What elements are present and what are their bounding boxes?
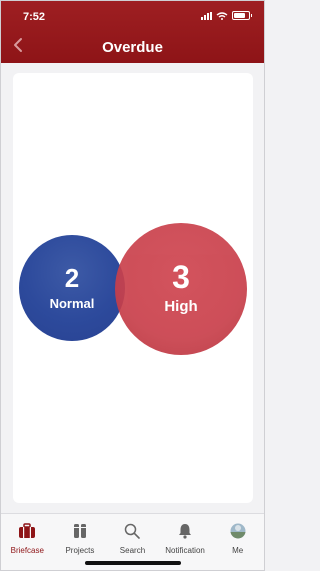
signal-icon [201,11,212,20]
wifi-icon [216,11,228,20]
normal-count: 2 [64,263,80,293]
high-count: 3 [172,259,190,295]
header: 7:52 Overdue [1,1,264,63]
status-time: 7:52 [23,11,46,23]
tab-label: Projects [65,546,95,555]
high-priority-bubble[interactable]: 3 High [115,223,247,355]
briefcase-icon [19,523,36,538]
tab-label: Notification [165,546,205,555]
projects-icon [73,524,86,538]
avatar-icon [230,523,246,539]
normal-priority-bubble[interactable]: 2 Normal [19,235,125,341]
tab-label: Me [232,546,244,555]
search-icon [125,523,141,539]
tab-me[interactable]: Me [212,514,264,570]
app-screen: 7:52 Overdue 2 Normal 3 High Briefcase P… [0,0,265,571]
tab-label: Search [119,546,146,555]
home-indicator [85,561,181,565]
status-icons [201,11,252,20]
battery-icon [232,11,252,20]
high-label: High [164,298,198,315]
overdue-card: 2 Normal 3 High [13,73,253,503]
tab-label: Briefcase [10,546,44,555]
bell-icon [179,524,192,539]
tab-briefcase[interactable]: Briefcase [1,514,53,570]
page-title: Overdue [102,39,163,56]
normal-label: Normal [49,296,95,311]
